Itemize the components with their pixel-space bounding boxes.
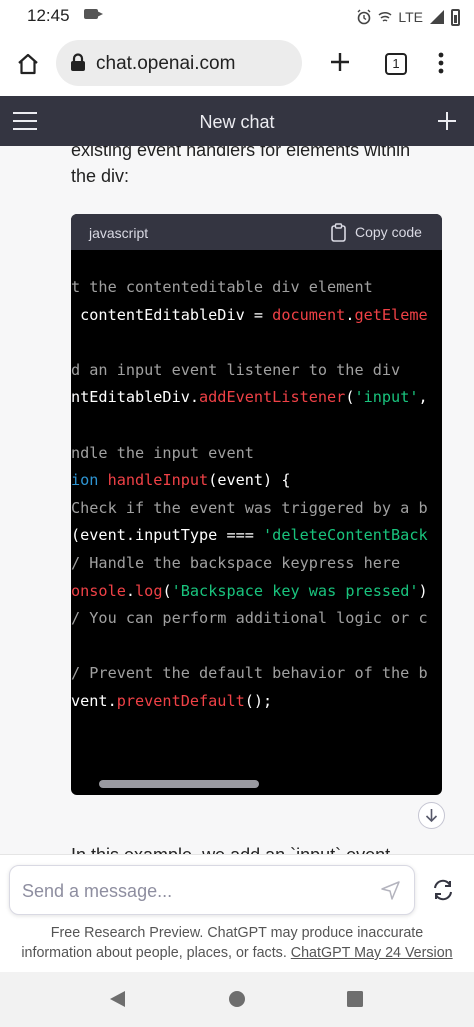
code-token: / You can perform additional logic or c bbox=[71, 609, 428, 628]
browser-toolbar: chat.openai.com 1 bbox=[0, 34, 474, 96]
code-block-header: javascript Copy code bbox=[71, 214, 442, 250]
network-type: LTE bbox=[398, 9, 423, 25]
status-time: 12:45 bbox=[27, 6, 70, 25]
code-token: 'Backspace key was pressed' bbox=[171, 581, 419, 600]
status-bar: 12:45 LTE bbox=[0, 0, 474, 34]
copy-code-button[interactable]: Copy code bbox=[331, 221, 422, 243]
message-text-partial: existing event handlers for elements wit… bbox=[71, 146, 411, 160]
disclaimer: Free Research Preview. ChatGPT may produ… bbox=[14, 923, 460, 963]
code-token: 'input' bbox=[354, 388, 419, 407]
alarm-icon bbox=[357, 9, 371, 25]
home-icon[interactable] bbox=[16, 52, 40, 76]
code-token: (event) { bbox=[208, 471, 291, 490]
message-text-bottom-partial: In this example, we add an `input` event bbox=[71, 842, 390, 854]
code-token: ntEditableDiv. bbox=[71, 388, 200, 407]
code-line: onsole.log('Backspace key was pressed') bbox=[71, 578, 428, 606]
code-block: javascript Copy code t the contenteditab… bbox=[71, 214, 442, 795]
code-line: ndle the input event bbox=[71, 440, 428, 468]
version-link[interactable]: ChatGPT May 24 Version bbox=[291, 945, 453, 961]
code-token: vent. bbox=[71, 691, 117, 710]
code-token: ion bbox=[71, 471, 99, 490]
code-line: ion handleInput(event) { bbox=[71, 467, 428, 495]
copy-code-label: Copy code bbox=[355, 224, 422, 240]
clipboard-icon bbox=[331, 222, 346, 242]
code-line: / You can perform additional logic or c bbox=[71, 605, 428, 633]
code-token: onsole bbox=[71, 581, 126, 600]
message-text: the div: bbox=[71, 166, 130, 186]
code-line: d an input event listener to the div bbox=[71, 357, 428, 385]
code-horizontal-scrollbar[interactable] bbox=[99, 780, 259, 788]
code-token: ) bbox=[418, 581, 428, 600]
code-line: / Handle the backspace keypress here bbox=[71, 550, 428, 578]
code-lines: t the contenteditable div element conten… bbox=[71, 274, 428, 716]
plus-icon[interactable] bbox=[329, 51, 351, 73]
code-line: ntEditableDiv.addEventListener('input', bbox=[71, 384, 428, 412]
code-token: preventDefault bbox=[116, 691, 245, 710]
system-nav-bar bbox=[0, 972, 474, 1027]
recents-square-icon[interactable] bbox=[347, 991, 363, 1007]
code-token: log bbox=[135, 581, 163, 600]
back-triangle-icon[interactable] bbox=[108, 990, 126, 1008]
new-chat-plus-icon[interactable] bbox=[437, 111, 457, 131]
code-token: . bbox=[125, 581, 136, 600]
code-line: t the contenteditable div element bbox=[71, 274, 428, 302]
code-line: Check if the event was triggered by a b bbox=[71, 495, 428, 523]
arrow-down-icon bbox=[425, 809, 438, 823]
wifi-calling-icon bbox=[378, 11, 392, 22]
tabs-icon[interactable]: 1 bbox=[385, 53, 407, 75]
code-token: (); bbox=[244, 691, 273, 710]
refresh-icon[interactable] bbox=[432, 879, 454, 901]
code-token: (event.inputType === bbox=[71, 526, 264, 545]
chat-header: New chat bbox=[0, 96, 474, 146]
code-token: t the contenteditable div element bbox=[71, 278, 373, 296]
code-token: ndle the input event bbox=[71, 443, 254, 462]
battery-icon bbox=[451, 8, 460, 26]
send-icon[interactable] bbox=[381, 881, 400, 900]
code-line: (event.inputType === 'deleteContentBack bbox=[71, 522, 428, 550]
code-language: javascript bbox=[89, 225, 149, 241]
url-text: chat.openai.com bbox=[96, 53, 236, 74]
code-line: / Prevent the default behavior of the b bbox=[71, 660, 428, 688]
code-line: vent.preventDefault(); bbox=[71, 688, 428, 716]
code-token: contentEditableDiv = bbox=[71, 305, 273, 324]
chat-title: New chat bbox=[199, 112, 275, 132]
input-area: Free Research Preview. ChatGPT may produ… bbox=[0, 854, 474, 973]
code-token: ( bbox=[162, 581, 172, 600]
code-token: addEventListener bbox=[199, 388, 346, 407]
code-token: 'deleteContentBack bbox=[263, 526, 428, 545]
code-body[interactable]: t the contenteditable div element conten… bbox=[71, 250, 442, 795]
code-token: getEleme bbox=[354, 305, 428, 324]
home-circle-icon[interactable] bbox=[228, 990, 246, 1008]
signal-icon bbox=[430, 10, 444, 24]
message-input[interactable] bbox=[20, 866, 364, 916]
code-token: handleInput bbox=[107, 471, 209, 490]
address-bar[interactable]: chat.openai.com bbox=[56, 40, 302, 86]
code-token: , bbox=[418, 388, 428, 407]
conversation-area[interactable]: existing event handlers for elements wit… bbox=[0, 146, 474, 854]
code-token: d an input event listener to the div bbox=[71, 360, 401, 379]
menu-dots-icon[interactable] bbox=[437, 52, 445, 74]
status-icons: LTE bbox=[356, 7, 460, 27]
code-token: / Handle the backspace keypress here bbox=[71, 553, 401, 572]
code-token: document bbox=[272, 305, 346, 324]
code-token: / Prevent the default behavior of the b bbox=[71, 664, 428, 683]
code-line: contentEditableDiv = document.getEleme bbox=[71, 302, 428, 330]
video-record-icon bbox=[84, 9, 103, 19]
scroll-to-bottom-button[interactable] bbox=[418, 802, 445, 829]
lock-icon bbox=[71, 53, 85, 71]
code-token: Check if the event was triggered by a b bbox=[71, 498, 428, 517]
message-box[interactable] bbox=[9, 865, 415, 916]
